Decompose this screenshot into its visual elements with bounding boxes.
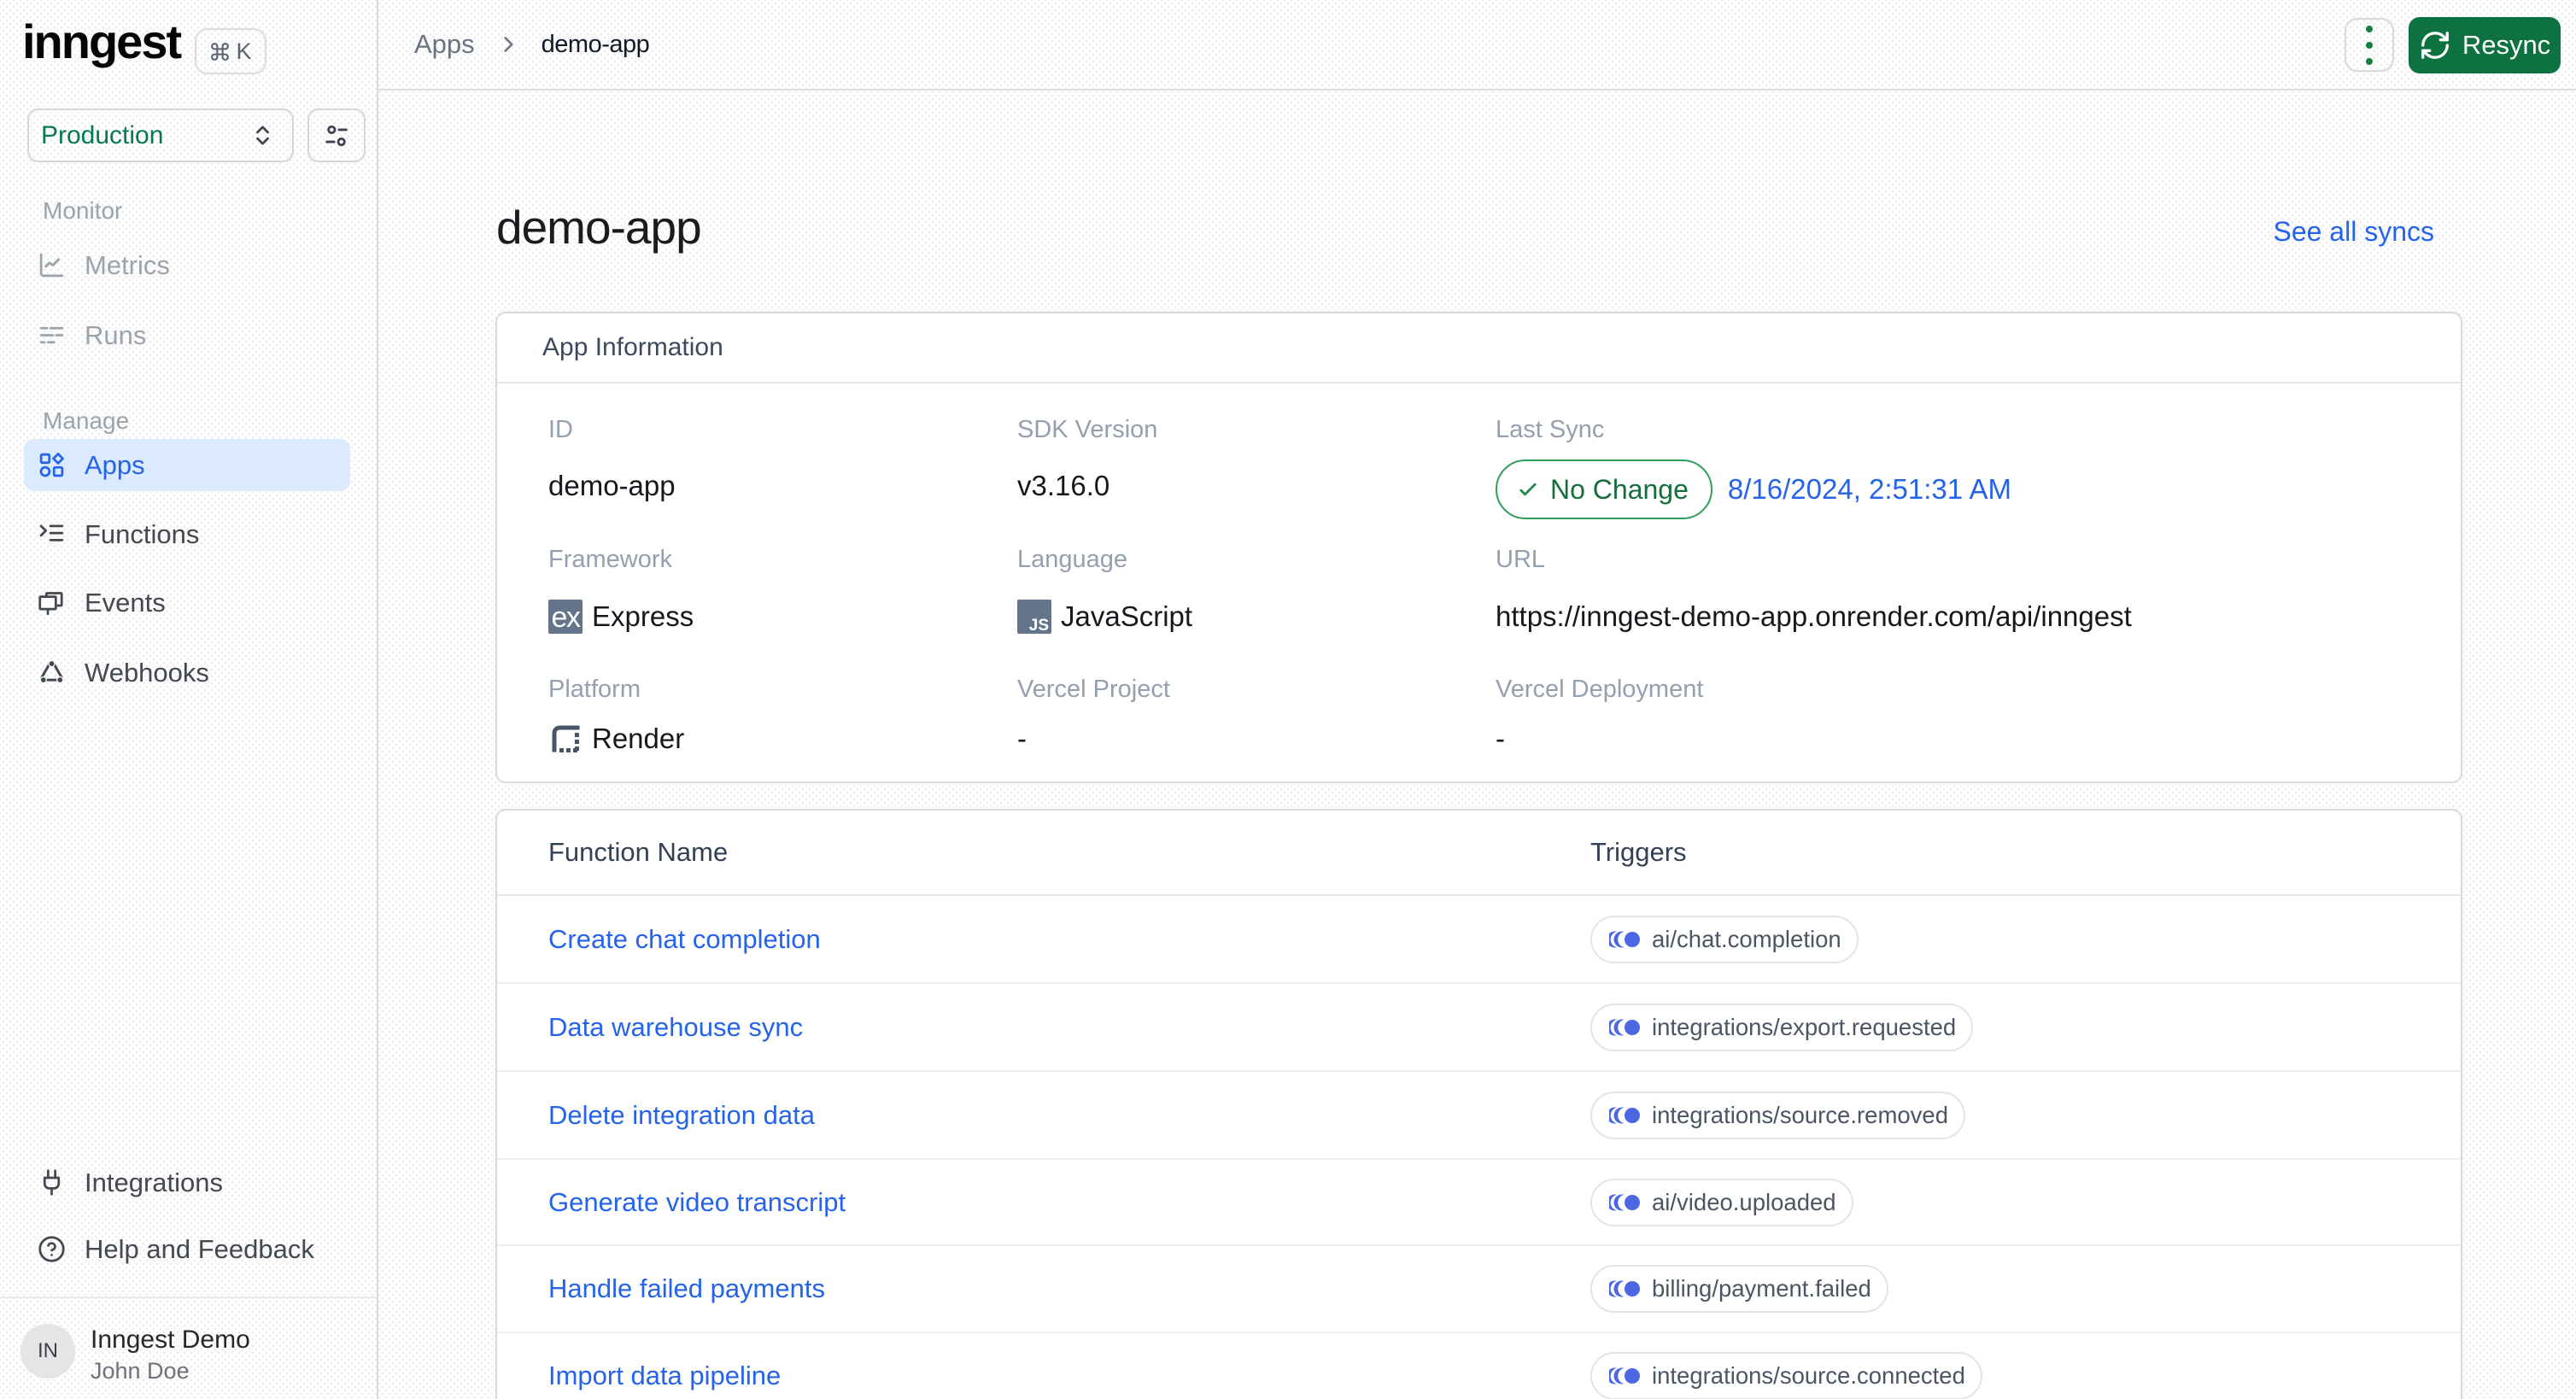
svg-text:JS: JS (1029, 617, 1049, 634)
svg-text:ex: ex (552, 601, 581, 634)
